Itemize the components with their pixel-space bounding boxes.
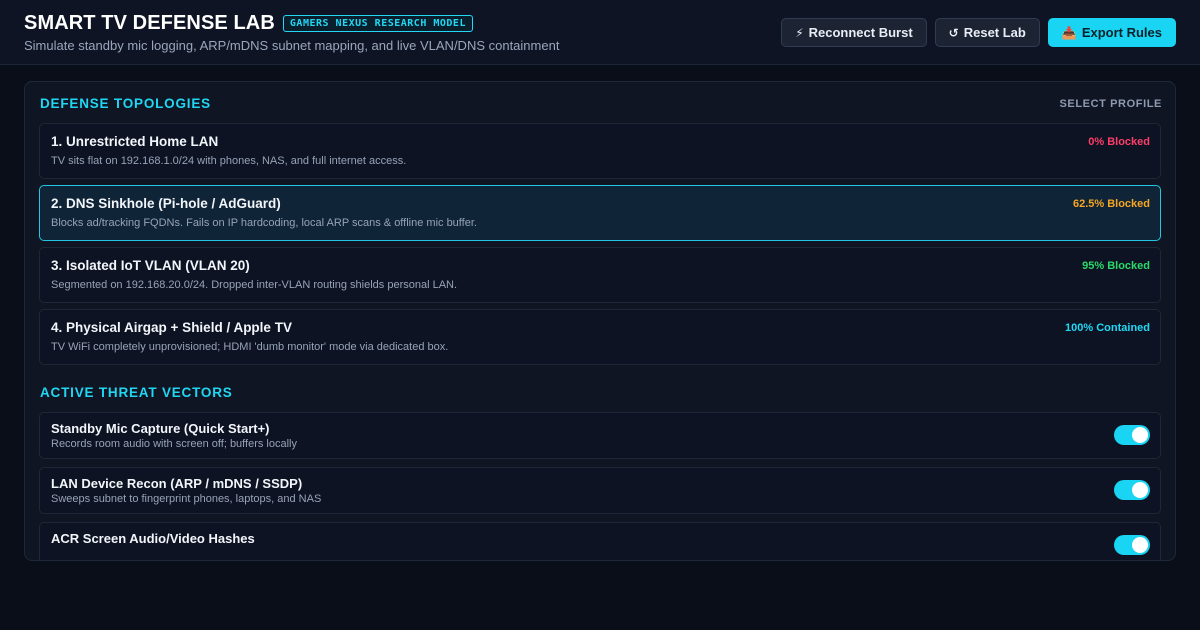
topology-stat: 100% Contained [1065,322,1150,334]
toggle-knob [1132,537,1148,553]
research-model-badge: GAMERS NEXUS RESEARCH MODEL [282,15,473,32]
toggle-knob [1132,482,1148,498]
threats-header: ACTIVE THREAT VECTORS [40,385,1162,400]
app-header: SMART TV DEFENSE LAB GAMERS NEXUS RESEAR… [0,0,1200,65]
threats-title: ACTIVE THREAT VECTORS [40,385,233,400]
reset-lab-button[interactable]: ↺ Reset Lab [934,18,1040,47]
threat-name: Standby Mic Capture (Quick Start+) [51,421,270,436]
title-row: SMART TV DEFENSE LAB GAMERS NEXUS RESEAR… [24,12,473,35]
download-icon: 📥 [1061,25,1077,40]
topology-card-1[interactable]: 1. Unrestricted Home LAN TV sits flat on… [39,123,1161,179]
topology-name: 3. Isolated IoT VLAN (VLAN 20) [51,258,250,273]
topology-stat: 0% Blocked [1088,136,1150,148]
topologies-title: DEFENSE TOPOLOGIES [40,96,211,111]
app-subtitle: Simulate standby mic logging, ARP/mDNS s… [24,38,560,53]
threat-desc: Sweeps subnet to fingerprint phones, lap… [51,493,322,505]
threat-row-1: Standby Mic Capture (Quick Start+) Recor… [39,412,1161,459]
topology-stat: 95% Blocked [1082,260,1150,272]
reconnect-burst-label: Reconnect Burst [808,25,913,40]
topology-desc: TV sits flat on 192.168.1.0/24 with phon… [51,155,407,167]
topology-name: 1. Unrestricted Home LAN [51,134,219,149]
topologies-header: DEFENSE TOPOLOGIES SELECT PROFILE [40,96,1162,111]
topology-desc: TV WiFi completely unprovisioned; HDMI '… [51,341,449,353]
export-rules-button[interactable]: 📥 Export Rules [1047,18,1176,47]
topology-name: 2. DNS Sinkhole (Pi-hole / AdGuard) [51,196,281,211]
topology-card-4[interactable]: 4. Physical Airgap + Shield / Apple TV T… [39,309,1161,365]
topology-desc: Blocks ad/tracking FQDNs. Fails on IP ha… [51,217,477,229]
lab-panel: DEFENSE TOPOLOGIES SELECT PROFILE 1. Unr… [24,81,1176,561]
app-title: SMART TV DEFENSE LAB [24,12,275,34]
export-rules-label: Export Rules [1081,25,1162,40]
threat-name: LAN Device Recon (ARP / mDNS / SSDP) [51,476,303,491]
select-profile-hint: SELECT PROFILE [1059,97,1162,110]
topology-card-2[interactable]: 2. DNS Sinkhole (Pi-hole / AdGuard) Bloc… [39,185,1161,241]
threat-toggle[interactable] [1114,480,1150,500]
threat-toggle[interactable] [1114,425,1150,445]
reset-lab-label: Reset Lab [963,25,1026,40]
reset-icon: ↺ [948,25,959,40]
toggle-knob [1132,427,1148,443]
topology-card-3[interactable]: 3. Isolated IoT VLAN (VLAN 20) Segmented… [39,247,1161,303]
topology-name: 4. Physical Airgap + Shield / Apple TV [51,320,292,335]
threat-name: ACR Screen Audio/Video Hashes [51,531,255,546]
threat-row-2: LAN Device Recon (ARP / mDNS / SSDP) Swe… [39,467,1161,514]
threat-desc: Records room audio with screen off; buff… [51,438,297,450]
topology-stat: 62.5% Blocked [1072,198,1150,210]
reconnect-burst-button[interactable]: ⚡ Reconnect Burst [781,18,927,47]
topology-desc: Segmented on 192.168.20.0/24. Dropped in… [51,279,458,291]
header-actions: ⚡ Reconnect Burst ↺ Reset Lab 📥 Export R… [781,18,1176,47]
threat-toggle[interactable] [1114,535,1150,555]
lightning-icon: ⚡ [795,25,804,40]
threat-row-3: ACR Screen Audio/Video Hashes [39,522,1161,560]
